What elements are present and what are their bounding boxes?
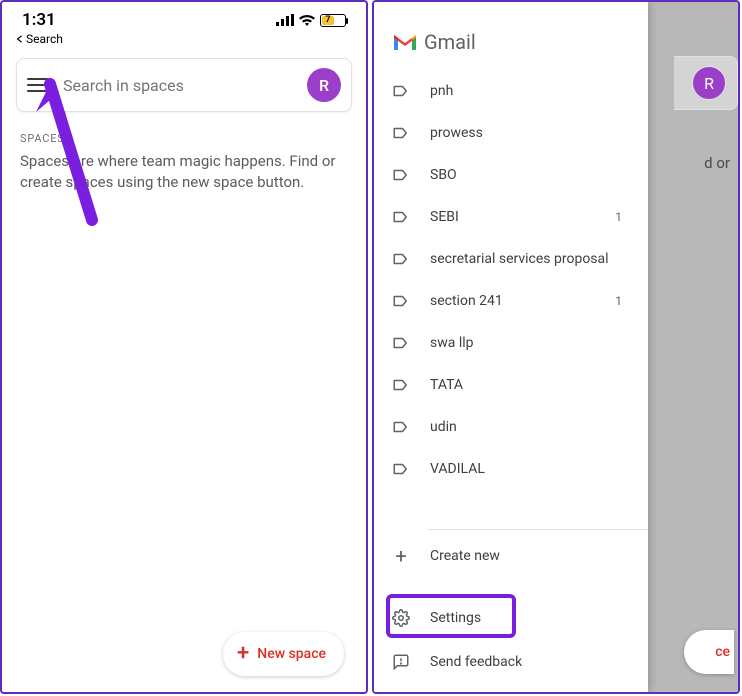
- menu-icon[interactable]: [27, 78, 49, 92]
- label-name: secretarial services proposal: [430, 251, 609, 267]
- divider: [428, 529, 648, 530]
- label-name: swa llp: [430, 335, 474, 351]
- screen-spaces: 1:31 7 Search Search in spaces R SPACES …: [0, 0, 368, 694]
- label-row[interactable]: swa llp: [374, 322, 648, 364]
- cell-signal-icon: [276, 14, 294, 26]
- battery-icon: 7: [320, 14, 346, 27]
- label-name: prowess: [430, 125, 483, 141]
- background-avatar: R: [692, 66, 726, 100]
- label-name: VADILAL: [430, 461, 485, 477]
- plus-icon: +: [392, 544, 410, 568]
- search-placeholder: Search in spaces: [63, 76, 307, 95]
- plus-icon: +: [237, 643, 249, 665]
- gear-icon: [392, 609, 410, 627]
- background-text-fragment: d or: [704, 154, 730, 172]
- background-fab-fragment: ce: [684, 630, 734, 674]
- status-time: 1:31: [22, 10, 56, 30]
- label-row[interactable]: SEBI 1: [374, 196, 648, 238]
- battery-level: 7: [322, 16, 334, 25]
- send-feedback[interactable]: Send feedback: [374, 640, 648, 684]
- create-new-label[interactable]: + Create new: [374, 534, 648, 578]
- back-label: Search: [26, 32, 63, 46]
- label-name: udin: [430, 419, 457, 435]
- send-feedback-text: Send feedback: [430, 654, 522, 670]
- label-row[interactable]: SBO: [374, 154, 648, 196]
- label-name: section 241: [430, 293, 503, 309]
- label-icon: [392, 82, 410, 100]
- label-name: SEBI: [430, 209, 459, 225]
- label-row[interactable]: prowess: [374, 112, 648, 154]
- label-icon: [392, 208, 410, 226]
- wifi-icon: [298, 14, 316, 27]
- label-icon: [392, 418, 410, 436]
- label-name: SBO: [430, 167, 457, 183]
- label-count: 1: [615, 210, 630, 224]
- label-count: 1: [615, 294, 630, 308]
- label-icon: [392, 292, 410, 310]
- spaces-description: Spaces are where team magic happens. Fin…: [2, 151, 366, 193]
- label-row[interactable]: VADILAL: [374, 448, 648, 490]
- label-icon: [392, 376, 410, 394]
- label-row[interactable]: TATA: [374, 364, 648, 406]
- screen-gmail-drawer: R d or ce Gmail: [372, 0, 740, 694]
- gmail-app-name: Gmail: [424, 30, 476, 54]
- label-list: pnh prowess SBO SEBI 1 secretarial services p…: [374, 70, 648, 525]
- label-row[interactable]: section 241 1: [374, 280, 648, 322]
- settings[interactable]: Settings: [374, 596, 648, 640]
- section-heading: SPACES: [2, 118, 366, 151]
- label-row[interactable]: pnh: [374, 70, 648, 112]
- fab-label: New space: [257, 646, 326, 662]
- label-icon: [392, 124, 410, 142]
- gmail-logo-icon: [392, 32, 418, 52]
- label-icon: [392, 334, 410, 352]
- label-row[interactable]: udin: [374, 406, 648, 448]
- drawer-header: Gmail: [374, 2, 648, 70]
- settings-text: Settings: [430, 610, 481, 626]
- nav-drawer: Gmail pnh prowess SBO SEBI 1 secretarial serv…: [374, 2, 648, 692]
- account-avatar[interactable]: R: [307, 68, 341, 102]
- label-name: pnh: [430, 83, 453, 99]
- label-row[interactable]: secretarial services proposal: [374, 238, 648, 280]
- scrim[interactable]: R d or ce: [648, 2, 738, 692]
- feedback-icon: [392, 653, 410, 671]
- label-icon: [392, 460, 410, 478]
- label-icon: [392, 166, 410, 184]
- back-to-search[interactable]: Search: [2, 32, 366, 52]
- status-bar: 1:31 7: [2, 2, 366, 32]
- new-space-button[interactable]: + New space: [223, 632, 344, 676]
- search-bar[interactable]: Search in spaces R: [16, 58, 352, 112]
- label-name: TATA: [430, 377, 463, 393]
- label-icon: [392, 250, 410, 268]
- create-new-text: Create new: [430, 548, 500, 564]
